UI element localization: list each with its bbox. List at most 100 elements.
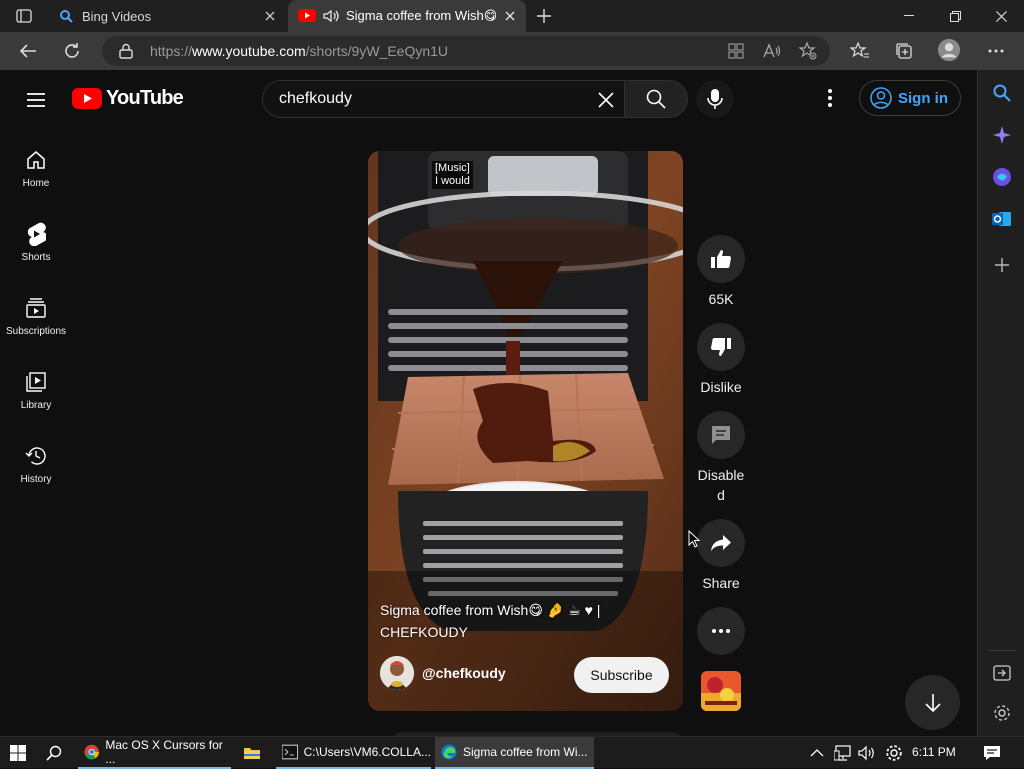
add-favorite-icon[interactable] bbox=[798, 41, 818, 61]
youtube-page: YouTube chefkoudy Sign in Home Shorts Su… bbox=[0, 70, 977, 736]
taskbar-item-terminal[interactable]: C:\Users\VM6.COLLA... bbox=[276, 737, 431, 769]
chrome-icon bbox=[84, 744, 99, 760]
nav-subscriptions[interactable]: Subscriptions bbox=[0, 278, 72, 352]
channel-avatar[interactable] bbox=[380, 656, 414, 690]
copilot-sparkle-icon[interactable] bbox=[991, 124, 1013, 146]
taskbar-item-file-explorer[interactable] bbox=[238, 737, 274, 769]
close-window-button[interactable] bbox=[978, 0, 1024, 32]
tab-actions-icon[interactable] bbox=[12, 6, 36, 26]
profile-avatar-icon[interactable] bbox=[937, 38, 961, 62]
start-button[interactable] bbox=[10, 737, 26, 769]
short-video-player[interactable]: [Music] I would Sigma coffee from Wish😋 … bbox=[368, 151, 683, 711]
favorites-icon[interactable] bbox=[848, 39, 872, 63]
app-available-icon[interactable] bbox=[726, 41, 746, 61]
history-icon bbox=[24, 444, 48, 468]
comments-label: Disabled bbox=[697, 467, 745, 503]
add-sidebar-app-icon[interactable] bbox=[991, 254, 1013, 276]
search-box[interactable]: chefkoudy bbox=[262, 80, 624, 118]
address-bar[interactable]: https://www.youtube.com/shorts/9yW_EeQyn… bbox=[102, 36, 830, 66]
channel-link[interactable]: @chefkoudy bbox=[380, 656, 506, 690]
nav-label: Library bbox=[20, 400, 52, 411]
like-button[interactable] bbox=[697, 235, 745, 283]
settings-more-icon[interactable] bbox=[984, 39, 1008, 63]
edge-icon bbox=[441, 744, 457, 760]
mouse-cursor-icon bbox=[688, 530, 700, 548]
browser-tab-strip: Bing Videos Sigma coffee from Wish😋🍫 bbox=[0, 0, 1024, 32]
comments-button[interactable] bbox=[697, 411, 745, 459]
tab-bing-videos[interactable]: Bing Videos bbox=[48, 0, 286, 32]
minimize-button[interactable] bbox=[886, 0, 932, 32]
youtube-icon bbox=[298, 9, 316, 23]
caption-line: [Music] bbox=[435, 162, 470, 174]
sign-in-button[interactable]: Sign in bbox=[859, 80, 961, 116]
speaker-icon[interactable] bbox=[322, 8, 340, 24]
search-icon bbox=[646, 89, 666, 109]
file-explorer-icon bbox=[244, 748, 260, 759]
search-input[interactable]: chefkoudy bbox=[279, 90, 352, 108]
read-aloud-icon[interactable] bbox=[762, 41, 782, 61]
back-button[interactable] bbox=[16, 39, 40, 63]
taskbar-item-chrome[interactable]: Mac OS X Cursors for ... bbox=[78, 737, 231, 769]
more-actions-button[interactable] bbox=[697, 607, 745, 655]
settings-gear-icon[interactable] bbox=[885, 737, 903, 769]
search-button[interactable] bbox=[624, 80, 688, 118]
restore-button[interactable] bbox=[932, 0, 978, 32]
tab-title: Bing Videos bbox=[82, 8, 152, 24]
youtube-logo-text: YouTube bbox=[106, 87, 184, 109]
network-icon[interactable] bbox=[834, 737, 852, 769]
notifications-icon[interactable] bbox=[983, 737, 1001, 769]
dislike-label: Dislike bbox=[700, 379, 742, 395]
thumbs-up-icon bbox=[711, 250, 732, 268]
thumbs-down-icon bbox=[710, 338, 731, 356]
next-video-button[interactable] bbox=[905, 675, 960, 730]
show-hidden-icons-button[interactable] bbox=[810, 737, 824, 769]
nav-label: History bbox=[20, 474, 52, 485]
close-tab-icon[interactable] bbox=[502, 8, 518, 24]
subscribe-button[interactable]: Subscribe bbox=[574, 657, 669, 693]
hide-sidebar-icon[interactable] bbox=[991, 662, 1013, 684]
chevron-up-icon bbox=[810, 749, 824, 757]
url-text[interactable]: https://www.youtube.com/shorts/9yW_EeQyn… bbox=[150, 43, 448, 59]
search-icon[interactable] bbox=[991, 82, 1013, 104]
share-icon bbox=[711, 535, 731, 551]
collections-icon[interactable] bbox=[892, 39, 916, 63]
close-tab-icon[interactable] bbox=[262, 8, 278, 24]
clear-search-icon[interactable] bbox=[594, 88, 618, 112]
taskbar-search-button[interactable] bbox=[46, 737, 62, 769]
channel-name[interactable]: @chefkoudy bbox=[422, 665, 506, 681]
more-horizontal-icon bbox=[712, 629, 730, 633]
taskbar-item-label: Mac OS X Cursors for ... bbox=[105, 738, 223, 766]
youtube-logo[interactable]: YouTube bbox=[72, 87, 184, 110]
taskbar-clock[interactable]: 6:11 PM bbox=[912, 745, 956, 759]
sidebar-divider bbox=[988, 650, 1016, 651]
voice-search-button[interactable] bbox=[696, 80, 734, 118]
nav-library[interactable]: Library bbox=[0, 352, 72, 426]
nav-label: Subscriptions bbox=[5, 326, 67, 337]
taskbar-item-edge[interactable]: Sigma coffee from Wi... bbox=[435, 737, 594, 769]
url-path: /shorts/9yW_EeQyn1U bbox=[305, 43, 449, 59]
short-title[interactable]: Sigma coffee from Wish😋 🤌 ☕ ♥ | CHEFKOUD… bbox=[380, 599, 665, 643]
refresh-button[interactable] bbox=[60, 39, 84, 63]
subscriptions-icon bbox=[24, 296, 48, 320]
new-tab-button[interactable] bbox=[533, 6, 555, 26]
sound-thumbnail[interactable] bbox=[701, 671, 741, 711]
lock-icon[interactable] bbox=[116, 41, 136, 61]
outlook-icon[interactable] bbox=[991, 208, 1013, 230]
nav-label: Home bbox=[22, 178, 50, 189]
nav-shorts[interactable]: Shorts bbox=[0, 204, 72, 278]
search-icon bbox=[46, 745, 62, 761]
share-label: Share bbox=[702, 575, 740, 591]
share-button[interactable] bbox=[697, 519, 745, 567]
nav-history[interactable]: History bbox=[0, 426, 72, 500]
more-options-icon[interactable] bbox=[818, 86, 842, 110]
tab-sigma-coffee[interactable]: Sigma coffee from Wish😋🍫 bbox=[288, 0, 526, 32]
dislike-button[interactable] bbox=[697, 323, 745, 371]
menu-hamburger-icon[interactable] bbox=[24, 88, 48, 112]
sidebar-settings-gear-icon[interactable] bbox=[991, 702, 1013, 724]
volume-icon[interactable] bbox=[858, 737, 876, 769]
nav-home[interactable]: Home bbox=[0, 130, 72, 204]
games-icon[interactable] bbox=[991, 166, 1013, 188]
nav-label: Shorts bbox=[21, 252, 51, 263]
share-action: Share bbox=[696, 519, 746, 593]
taskbar-item-label: C:\Users\VM6.COLLA... bbox=[303, 745, 431, 759]
